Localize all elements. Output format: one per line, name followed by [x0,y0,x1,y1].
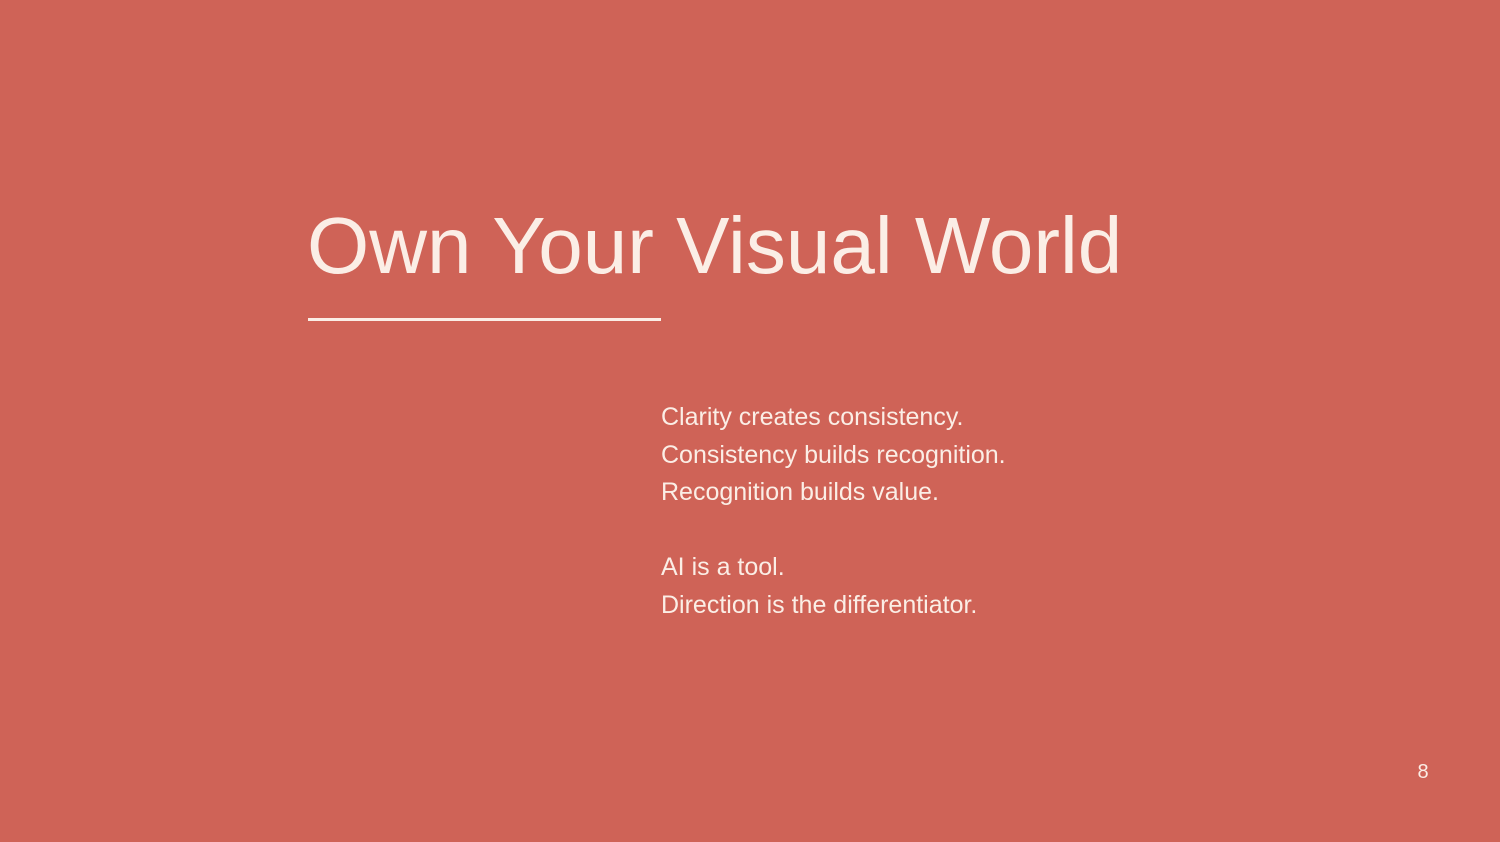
body-line: Direction is the differentiator. [661,590,978,619]
body-line: Consistency builds recognition. [661,440,1006,469]
slide: Own Your Visual World Clarity creates co… [0,0,1500,842]
body-line: Clarity creates consistency. [661,403,964,431]
title-underline-divider [308,318,661,321]
slide-title: Own Your Visual World [307,201,1123,290]
body-line: Recognition builds value. [661,478,939,506]
page-number: 8 [1417,761,1429,783]
slide-body: Clarity creates consistency. Consistency… [661,399,1006,624]
body-line: AI is a tool. [661,553,785,581]
